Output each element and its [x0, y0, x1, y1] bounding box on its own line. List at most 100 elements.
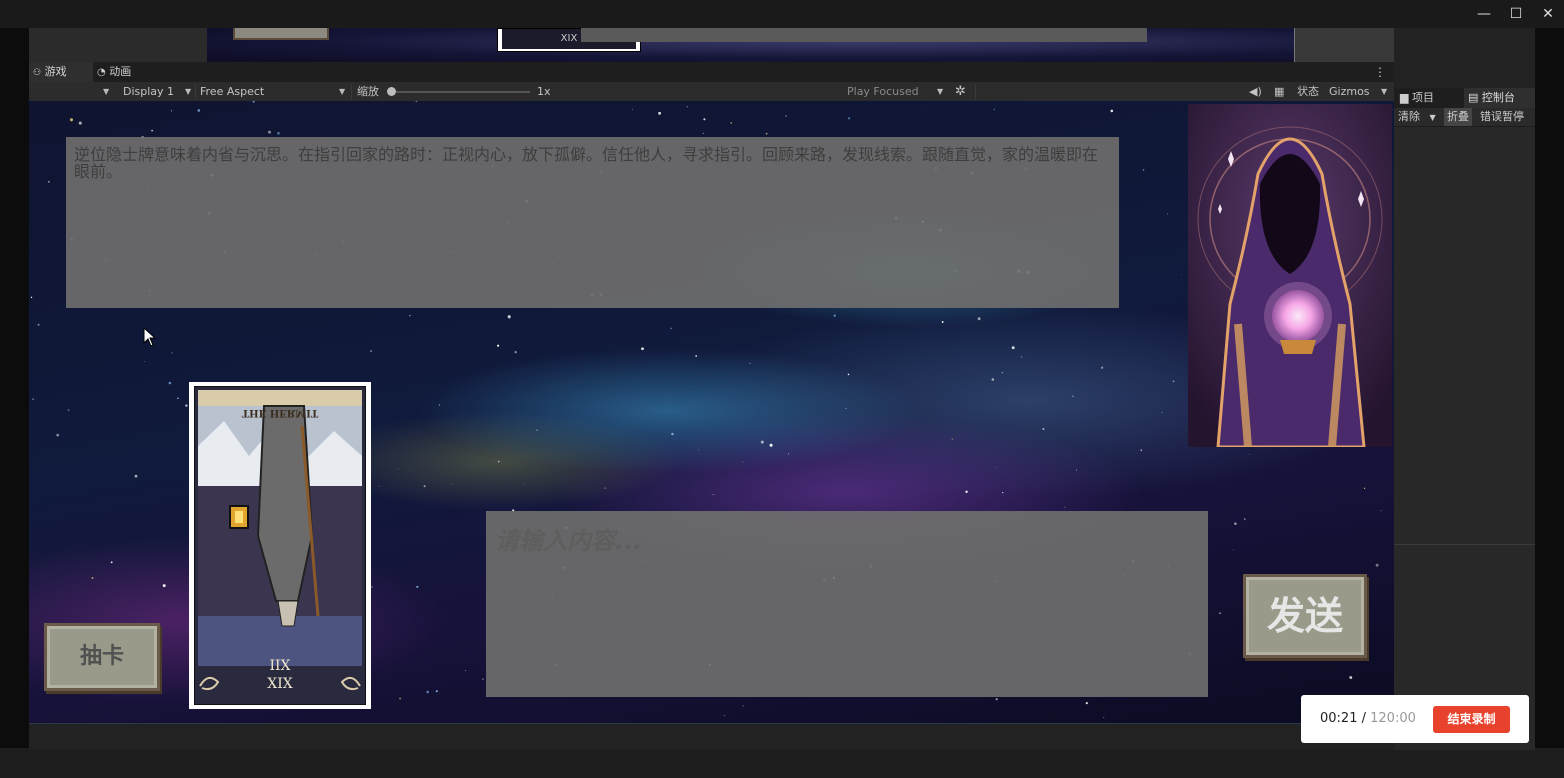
star [703, 118, 706, 121]
star [604, 487, 606, 489]
scene-space-background: XIX [207, 28, 1294, 62]
gizmos-button[interactable]: Gizmos [1329, 82, 1370, 101]
folder-icon: ▆ [1400, 91, 1409, 104]
clock-icon: ◔ [97, 67, 106, 78]
stats-button[interactable]: 状态 [1297, 82, 1319, 101]
left-border [0, 28, 29, 750]
star [177, 397, 179, 400]
tab-game[interactable]: ⚇ 游戏 [29, 62, 93, 82]
tab-game-label: 游戏 [44, 65, 67, 78]
star [399, 697, 401, 700]
star [185, 404, 188, 407]
error-pause-toggle[interactable]: 错误暂停 [1480, 108, 1524, 126]
recording-timer: 00:21 / 120:00 [1320, 695, 1416, 743]
close-button[interactable]: ✕ [1534, 4, 1562, 24]
star [1161, 411, 1163, 413]
star [1085, 702, 1088, 705]
gizmos-label: Gizmos [1329, 85, 1370, 98]
maximize-button[interactable]: ☐ [1502, 4, 1530, 24]
star [508, 318, 510, 320]
star [277, 131, 280, 135]
star [712, 494, 714, 495]
star [1180, 274, 1182, 276]
star [1071, 395, 1074, 398]
clear-button[interactable]: 清除 ▼ [1398, 108, 1436, 127]
separator [195, 84, 196, 99]
scene-input-preview [581, 28, 1147, 42]
aspect-select[interactable]: Free Aspect [200, 82, 264, 101]
star [91, 577, 94, 579]
star [670, 327, 672, 330]
tab-animation[interactable]: ◔ 动画 [93, 62, 135, 82]
star [788, 453, 789, 455]
console-toolbar: 清除 ▼ 折叠 错误暂停 [1394, 108, 1535, 127]
tarot-numeral-top: IIX [269, 658, 290, 674]
star [523, 482, 525, 484]
zoom-slider-track[interactable] [392, 91, 530, 93]
draw-card-button[interactable]: 抽卡 [44, 623, 160, 691]
star [1042, 428, 1045, 430]
keyboard-icon[interactable]: ▦ [1274, 82, 1284, 101]
window-titlebar: — ☐ ✕ [0, 0, 1564, 28]
game-view-dropdown-icon[interactable]: ▼ [103, 82, 109, 101]
star [686, 106, 688, 108]
game-view-footer [29, 723, 1394, 749]
star [67, 409, 70, 411]
star [977, 317, 981, 321]
stop-recording-button[interactable]: 结束录制 [1433, 706, 1510, 733]
star [371, 586, 373, 588]
tarot-card[interactable]: IIX XIX THE HERMIT [189, 382, 371, 709]
send-button[interactable]: 发送 [1243, 574, 1367, 658]
collapse-toggle[interactable]: 折叠 [1444, 108, 1472, 126]
star [1234, 522, 1237, 526]
star [1375, 563, 1379, 567]
star [1064, 506, 1066, 508]
aspect-chevron-down-icon[interactable]: ▼ [339, 82, 345, 101]
star [769, 443, 773, 447]
stats-label: 状态 [1297, 85, 1319, 98]
star [693, 385, 695, 387]
play-mode-select[interactable]: Play Focused [847, 82, 919, 101]
star [144, 360, 145, 362]
star [423, 485, 426, 488]
star [760, 440, 764, 444]
play-mode-chevron-down-icon[interactable]: ▼ [937, 82, 943, 101]
fortune-teller-art [1188, 104, 1392, 447]
tab-animation-label: 动画 [109, 65, 132, 78]
game-view[interactable]: 逆位隐士牌意味着内省与沉思。在指引回家的路时：正视内心，放下孤僻。信任他人，寻求… [29, 101, 1394, 723]
star [497, 344, 500, 347]
zoom-slider-handle[interactable] [387, 87, 396, 96]
star [151, 129, 153, 132]
star [1103, 717, 1105, 719]
star [451, 483, 453, 485]
more-options-icon[interactable]: ⋮ [1374, 62, 1386, 82]
message-input[interactable]: 请输入内容... [486, 511, 1208, 697]
zoom-label: 缩放 [357, 85, 379, 98]
tarot-card-art: IIX XIX THE HERMIT [194, 386, 366, 705]
star [671, 432, 674, 436]
star [497, 460, 500, 463]
display-chevron-down-icon[interactable]: ▼ [185, 82, 191, 101]
star [37, 323, 40, 326]
tab-console[interactable]: ▤ 控制台 [1464, 88, 1535, 108]
input-placeholder: 请输入内容... [495, 527, 643, 555]
star [641, 347, 644, 351]
star [921, 105, 923, 107]
console-tab-bar: ▆ 项目 ▤ 控制台 [1394, 88, 1535, 108]
star [1166, 213, 1169, 215]
speaker-icon[interactable]: ◀) [1249, 82, 1262, 101]
star [514, 350, 517, 354]
gizmos-chevron-down-icon[interactable]: ▼ [1381, 82, 1387, 101]
star [702, 132, 704, 135]
chevron-down-icon[interactable]: ▼ [1430, 113, 1436, 122]
tab-project[interactable]: ▆ 项目 [1400, 88, 1434, 108]
tarot-title: THE HERMIT [242, 407, 319, 418]
display-select[interactable]: Display 1 [123, 82, 174, 101]
star [845, 408, 847, 410]
recording-separator: / [1361, 711, 1366, 726]
bug-icon[interactable]: ✲ [955, 82, 966, 101]
clear-label: 清除 [1398, 110, 1420, 123]
minimize-button[interactable]: — [1470, 4, 1498, 24]
star [1001, 371, 1003, 374]
star [78, 121, 82, 125]
